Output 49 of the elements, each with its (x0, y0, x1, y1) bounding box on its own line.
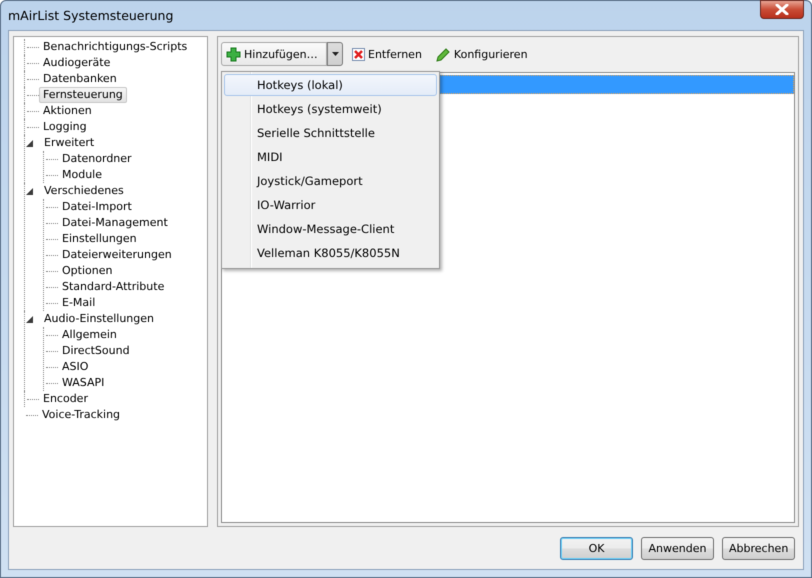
tree-item[interactable]: Fernsteuerung (39, 87, 127, 103)
remove-button[interactable]: Entfernen (347, 42, 427, 66)
tree-item[interactable]: Encoder (39, 391, 92, 407)
caret-icon (332, 52, 338, 56)
expanded-icon[interactable] (26, 140, 33, 146)
tree-item[interactable]: DirectSound (58, 343, 134, 359)
menu-item[interactable]: Serielle Schnittstelle (224, 122, 437, 144)
configure-button[interactable]: Konfigurieren (430, 42, 533, 66)
tree-item[interactable]: ASIO (58, 359, 92, 375)
tree-item[interactable]: Optionen (58, 263, 116, 279)
pencil-icon (436, 46, 451, 62)
dialog-button[interactable]: Abbrechen (722, 536, 795, 560)
tree-item[interactable]: WASAPI (58, 375, 108, 391)
tree-item[interactable]: Voice-Tracking (38, 407, 124, 423)
tree-item[interactable]: Erweitert (40, 135, 98, 151)
tree-item[interactable]: Verschiedenes (40, 183, 128, 199)
tree-item[interactable]: E-Mail (58, 295, 100, 311)
tree-item[interactable]: Logging (39, 119, 91, 135)
expanded-icon[interactable] (26, 316, 33, 322)
tree-item[interactable]: Datenbanken (39, 71, 121, 87)
tree-item[interactable]: Datenordner (58, 151, 136, 167)
tree-item[interactable]: Standard-Attribute (58, 279, 168, 295)
menu-item[interactable]: IO-Warrior (224, 194, 437, 216)
tree-item[interactable]: Allgemein (58, 327, 121, 343)
menu-item[interactable]: Joystick/Gameport (224, 170, 437, 192)
add-button[interactable]: Hinzufügen… (221, 42, 327, 66)
tree-item[interactable]: Datei-Management (58, 215, 172, 231)
delete-icon (352, 48, 365, 60)
tree-item[interactable]: Benachrichtigungs-Scripts (39, 39, 192, 55)
plus-icon (226, 46, 241, 62)
menu-item[interactable]: Hotkeys (lokal) (224, 74, 437, 96)
tree-item[interactable]: Einstellungen (58, 231, 141, 247)
menu-item[interactable]: MIDI (224, 146, 437, 168)
tree-item[interactable]: Audio-Einstellungen (40, 311, 158, 327)
dropdown-button[interactable] (327, 42, 343, 66)
tree-item[interactable]: Datei-Import (58, 199, 136, 215)
menu-item[interactable]: Hotkeys (systemweit) (224, 98, 437, 120)
tree-item[interactable]: Audiogeräte (39, 55, 114, 71)
window-title: mAirList Systemsteuerung (8, 8, 174, 23)
tree-item[interactable]: Dateierweiterungen (58, 247, 176, 263)
tree-item[interactable]: Aktionen (39, 103, 96, 119)
menu-item[interactable]: Velleman K8055/K8055N (224, 242, 437, 264)
dialog-button[interactable]: OK (560, 536, 633, 560)
close-icon (775, 4, 789, 15)
expanded-icon[interactable] (26, 188, 33, 194)
close-button[interactable] (760, 0, 804, 19)
menu-item[interactable]: Window-Message-Client (224, 218, 437, 240)
dialog-button[interactable]: Anwenden (641, 536, 714, 560)
tree-item[interactable]: Module (58, 167, 106, 183)
